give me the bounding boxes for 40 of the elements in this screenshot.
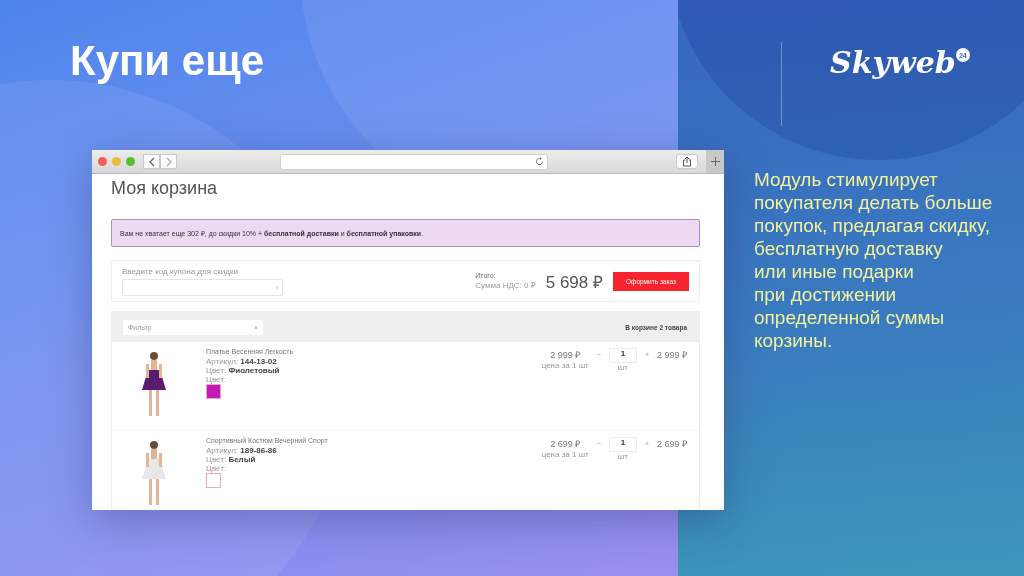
close-icon[interactable] — [98, 157, 107, 167]
color-name: Белый — [228, 455, 256, 465]
chevron-left-icon — [147, 156, 156, 167]
back-button[interactable] — [143, 154, 160, 170]
price-note: цена за 1 шт — [541, 450, 589, 460]
chevron-right-icon — [164, 156, 173, 167]
color-label: Цвет: — [206, 366, 227, 376]
swatch-label: Цвет: — [206, 464, 228, 474]
minimize-icon[interactable] — [112, 157, 121, 167]
color-name: Фиолетовый — [228, 366, 280, 376]
swatch-label: Цвет: — [206, 375, 228, 385]
coupon-label: Введите код купона для скидки — [122, 266, 239, 276]
description-text: Модуль стимулирует покупателя делать больше покупок, предлагая скидку, бесплатную доставку или иные подарки при достижении определенной суммы корзины. — [754, 168, 994, 352]
quantity-field[interactable]: 1 — [608, 437, 637, 453]
share-icon — [682, 156, 692, 168]
new-tab-button[interactable] — [706, 150, 724, 174]
zoom-icon[interactable] — [126, 157, 135, 167]
article-number: 144-13-02 — [240, 357, 277, 367]
page-title: Моя корзина — [111, 178, 219, 200]
unit-label: шт — [617, 452, 628, 462]
article-number: 189-86-86 — [240, 446, 277, 456]
article-label: Артикул: — [206, 446, 239, 456]
total-amount: 5 698 ₽ — [545, 271, 603, 293]
reload-icon[interactable] — [535, 157, 544, 167]
plus-icon — [710, 157, 720, 167]
share-button[interactable] — [676, 154, 698, 170]
article-label: Артикул: — [206, 357, 239, 367]
color-label: Цвет: — [206, 455, 227, 465]
quantity-field[interactable]: 1 — [608, 348, 637, 364]
vat-text: Сумма НДС: 0 ₽ — [475, 280, 536, 291]
unit-price: 2 699 ₽ — [550, 438, 581, 451]
line-total: 2 699 ₽ — [656, 438, 687, 451]
unit-label: шт — [617, 363, 628, 373]
line-total: 2 999 ₽ — [656, 349, 687, 362]
color-swatch[interactable] — [206, 384, 221, 400]
price-note: цена за 1 шт — [541, 361, 589, 371]
unit-price: 2 999 ₽ — [550, 349, 581, 362]
color-swatch[interactable] — [206, 473, 221, 489]
address-bar[interactable] — [280, 153, 548, 170]
slide-title: Купи еще — [70, 36, 265, 86]
